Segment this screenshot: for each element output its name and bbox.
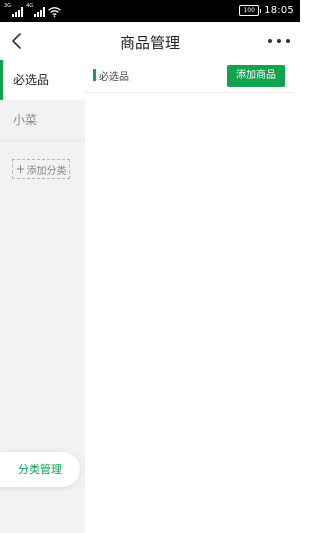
add-category-button[interactable]: + 添加分类	[12, 159, 70, 179]
product-list-panel: 必选品 添加商品	[85, 60, 300, 533]
signal-icon	[12, 7, 24, 17]
category-item-required[interactable]: 必选品	[0, 60, 85, 100]
add-product-button[interactable]: 添加商品	[227, 65, 285, 87]
more-button[interactable]	[268, 34, 290, 48]
add-category-label: 添加分类	[26, 165, 67, 177]
category-item-side-dishes[interactable]: 小菜	[0, 100, 85, 141]
section-title: 必选品	[99, 72, 129, 83]
category-label: 小菜	[13, 113, 38, 127]
network-type-label: 3G	[4, 3, 12, 9]
nav-bar: 商品管理	[0, 22, 300, 60]
status-bar: 3G 4G 100 18:05	[0, 0, 300, 22]
section-header: 必选品 添加商品	[85, 60, 293, 93]
signal-icon-2	[34, 7, 46, 17]
battery-level: 100	[239, 5, 260, 16]
plus-icon: +	[15, 162, 26, 176]
status-right-group: 100 18:05	[239, 4, 294, 17]
page-title: 商品管理	[119, 34, 180, 52]
category-sidebar: 必选品 小菜 + 添加分类 分类管理	[0, 60, 85, 533]
status-signal-group: 3G 4G	[4, 3, 62, 17]
status-time: 18:05	[264, 5, 294, 16]
category-manage-label: 分类管理	[18, 463, 62, 476]
more-dots-icon	[268, 39, 272, 43]
wifi-icon	[48, 7, 62, 17]
category-manage-button[interactable]: 分类管理	[0, 452, 80, 487]
section-marker	[93, 69, 96, 81]
category-label: 必选品	[13, 73, 50, 87]
battery-icon: 100	[239, 5, 262, 16]
network-type-label-2: 4G	[26, 3, 34, 9]
